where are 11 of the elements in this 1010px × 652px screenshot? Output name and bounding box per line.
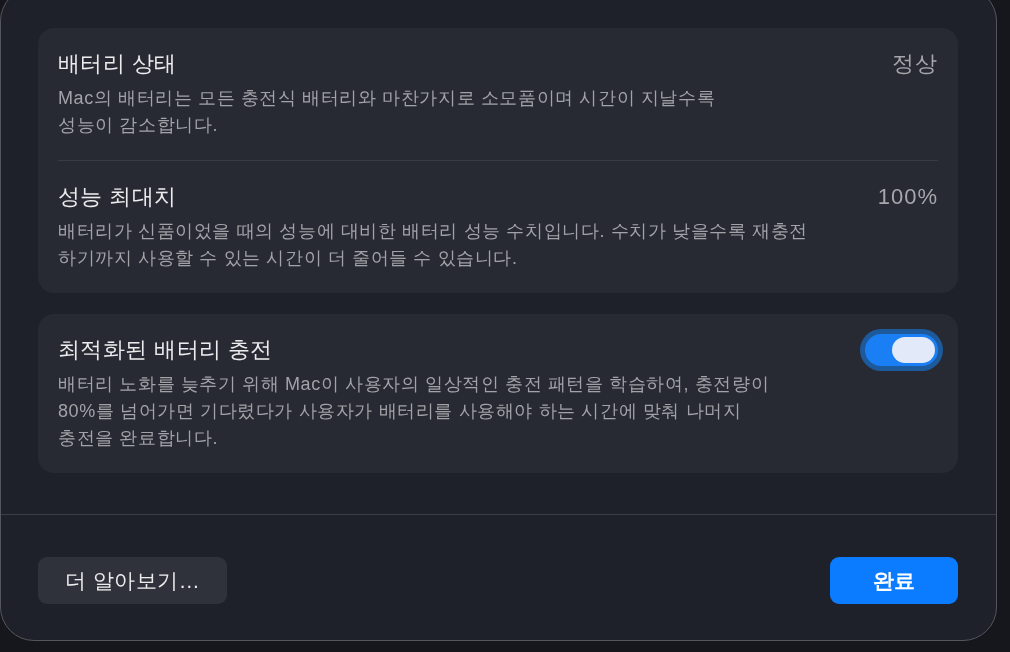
done-button[interactable]: 완료: [830, 557, 958, 604]
setting-title: 최적화된 배터리 충전: [58, 336, 273, 364]
setting-title: 성능 최대치: [58, 183, 177, 211]
setting-value: 100%: [877, 183, 938, 211]
setting-description: 배터리 노화를 늦추기 위해 Mac이 사용자의 일상적인 충전 패턴을 학습하여, 충전량이 80%를 넘어가면 기다렸다가 사용자가 배터리를 사용해야 하는 시간에 맞춰 나머지 충전을 완료합니다.: [58, 373, 771, 450]
learn-more-button[interactable]: 더 알아보기…: [38, 557, 227, 604]
setting-title: 배터리 상태: [58, 50, 177, 78]
setting-value: 정상: [892, 50, 938, 78]
setting-description: 배터리가 신품이었을 때의 성능에 대비한 배터리 성능 수치입니다. 수치가 낮을수록 재충전 하기까지 사용할 수 있는 시간이 더 줄어들 수 있습니다.: [58, 220, 809, 270]
setting-description: Mac의 배터리는 모든 충전식 배터리와 마찬가지로 소모품이며 시간이 지날수록 성능이 감소합니다.: [58, 87, 717, 137]
toggle-switch[interactable]: [860, 329, 943, 371]
